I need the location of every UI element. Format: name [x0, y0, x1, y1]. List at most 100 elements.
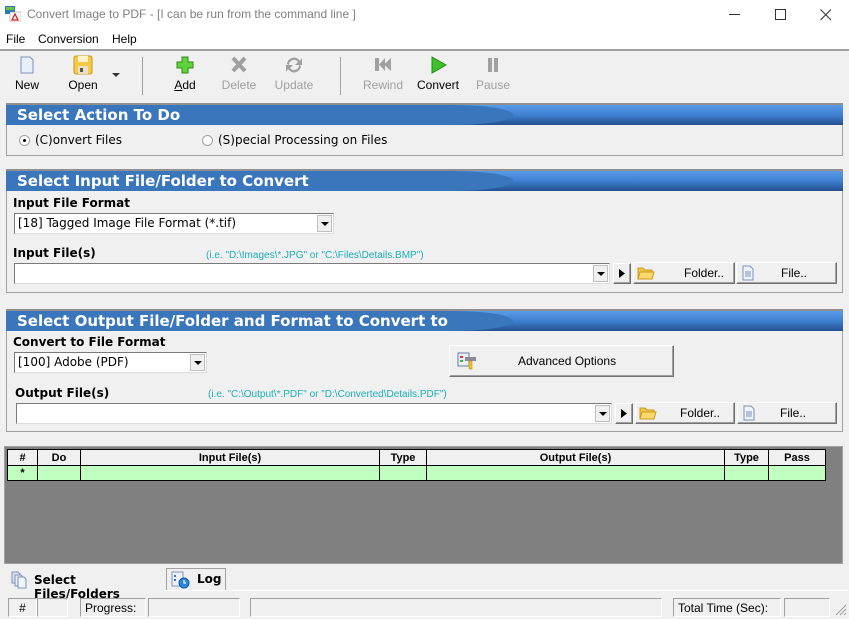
input-go-button[interactable]	[613, 263, 631, 284]
status-progress-value	[148, 598, 240, 617]
dropdown-arrow[interactable]	[593, 265, 608, 282]
input-file-button[interactable]: File..	[736, 262, 837, 284]
advanced-options-button[interactable]: Advanced Options	[449, 345, 674, 377]
delete-button[interactable]: Delete	[214, 55, 264, 97]
status-total-time-label: Total Time (Sec):	[673, 598, 781, 617]
col-input-type[interactable]: Type	[379, 449, 427, 466]
output-file-button[interactable]: File..	[737, 402, 837, 424]
cell-input-type[interactable]	[379, 465, 427, 481]
window-title: Convert Image to PDF - [I can be run fro…	[27, 7, 356, 21]
menu-bar: File Conversion Help	[0, 30, 849, 49]
play-arrow-icon	[619, 269, 625, 278]
input-folder-button[interactable]: Folder..	[633, 262, 735, 284]
header-curve	[393, 105, 513, 125]
rewind-button[interactable]: Rewind	[358, 55, 408, 97]
output-folder-button[interactable]: Folder..	[635, 402, 735, 424]
cell-number[interactable]: *	[7, 465, 38, 481]
open-button[interactable]: Open	[58, 55, 108, 97]
title-bar: Convert Image to PDF - [I can be run fro…	[0, 0, 849, 30]
output-section: Convert to File Format [100] Adobe (PDF)…	[6, 331, 843, 432]
log-clock-icon	[171, 571, 190, 589]
output-files-label: Output File(s)	[15, 386, 110, 400]
output-go-button[interactable]	[615, 403, 633, 424]
col-do[interactable]: Do	[37, 449, 81, 466]
folder-icon	[637, 267, 655, 280]
delete-x-icon	[231, 56, 247, 73]
output-files-hint: (i.e. "C:\Output\*.PDF" or "D:\Converted…	[208, 389, 447, 400]
input-section: Input File Format [18] Tagged Image File…	[6, 191, 843, 293]
minimize-button[interactable]	[712, 0, 758, 30]
output-format-select[interactable]: [100] Adobe (PDF)	[14, 352, 207, 373]
col-number[interactable]: #	[7, 449, 38, 466]
minimize-icon	[729, 14, 740, 15]
convert-files-label[interactable]: (C)onvert Files	[35, 133, 122, 147]
status-hash: #	[8, 598, 37, 617]
toolbar: New Open Add Delete Update Rewind Conver…	[0, 49, 849, 99]
input-files-combo[interactable]	[14, 263, 610, 284]
maximize-icon	[775, 9, 786, 20]
cell-input-file[interactable]	[80, 465, 380, 481]
input-format-select[interactable]: [18] Tagged Image File Format (*.tif)	[14, 213, 334, 234]
col-pass[interactable]: Pass	[768, 449, 826, 466]
toolbar-separator	[340, 57, 341, 95]
open-dropdown-button[interactable]	[108, 55, 124, 97]
table-row[interactable]: *	[7, 465, 826, 481]
settings-hammer-icon	[457, 352, 476, 370]
cell-output-type[interactable]	[724, 465, 769, 481]
new-document-icon	[20, 56, 34, 74]
file-grid-area[interactable]: # Do Input File(s) Type Output File(s) T…	[4, 446, 843, 564]
col-input-files[interactable]: Input File(s)	[80, 449, 380, 466]
header-curve	[393, 171, 513, 191]
pause-button[interactable]: Pause	[468, 55, 518, 97]
tab-select-files-folders[interactable]: Select Files/Folders	[4, 567, 164, 601]
action-section-header: Select Action To Do	[6, 103, 843, 125]
col-output-files[interactable]: Output File(s)	[426, 449, 725, 466]
file-icon	[743, 405, 755, 421]
close-button[interactable]	[803, 0, 849, 30]
plus-icon	[176, 56, 194, 74]
file-grid[interactable]: # Do Input File(s) Type Output File(s) T…	[7, 449, 826, 481]
cell-do[interactable]	[37, 465, 81, 481]
maximize-button[interactable]	[758, 0, 804, 30]
convert-files-radio[interactable]	[19, 135, 30, 146]
pause-icon	[488, 58, 498, 72]
grid-header-row: # Do Input File(s) Type Output File(s) T…	[7, 449, 826, 466]
file-icon	[742, 265, 754, 281]
dropdown-arrow[interactable]	[595, 405, 610, 422]
toolbar-separator	[142, 57, 143, 95]
cell-pass[interactable]	[768, 465, 826, 481]
output-section-header: Select Output File/Folder and Format to …	[6, 309, 843, 331]
chevron-down-icon	[598, 411, 607, 416]
chevron-down-icon	[596, 271, 605, 276]
special-processing-label[interactable]: (S)pecial Processing on Files	[218, 133, 387, 147]
chevron-down-icon	[193, 360, 202, 365]
input-files-label: Input File(s)	[13, 246, 96, 260]
dropdown-arrow[interactable]	[317, 215, 332, 232]
resize-grip-icon[interactable]	[834, 603, 847, 616]
files-stack-icon	[11, 571, 27, 589]
rewind-icon	[375, 58, 391, 71]
menu-help[interactable]: Help	[112, 32, 137, 46]
app-icon	[5, 6, 21, 22]
close-icon	[820, 9, 832, 21]
chevron-down-icon	[320, 221, 329, 226]
play-arrow-icon	[621, 409, 627, 418]
action-section: (C)onvert Files (S)pecial Processing on …	[6, 125, 843, 156]
special-processing-radio[interactable]	[202, 135, 213, 146]
output-files-combo[interactable]	[16, 403, 612, 424]
status-bar: # Progress: Total Time (Sec):	[0, 595, 849, 619]
update-button[interactable]: Update	[269, 55, 319, 97]
status-message	[250, 598, 662, 617]
menu-file[interactable]: File	[6, 32, 25, 46]
new-button[interactable]: New	[2, 55, 52, 97]
col-output-type[interactable]: Type	[724, 449, 769, 466]
output-format-label: Convert to File Format	[13, 335, 166, 349]
menu-conversion[interactable]: Conversion	[38, 32, 99, 46]
convert-button[interactable]: Convert	[413, 55, 463, 97]
dropdown-arrow[interactable]	[190, 354, 205, 371]
cell-output-file[interactable]	[426, 465, 725, 481]
add-button[interactable]: Add	[160, 55, 210, 97]
tab-log[interactable]: Log	[166, 568, 226, 590]
input-files-hint: (i.e. "D:\Images\*.JPG" or "C:\Files\Det…	[206, 250, 424, 261]
play-icon	[431, 56, 448, 74]
